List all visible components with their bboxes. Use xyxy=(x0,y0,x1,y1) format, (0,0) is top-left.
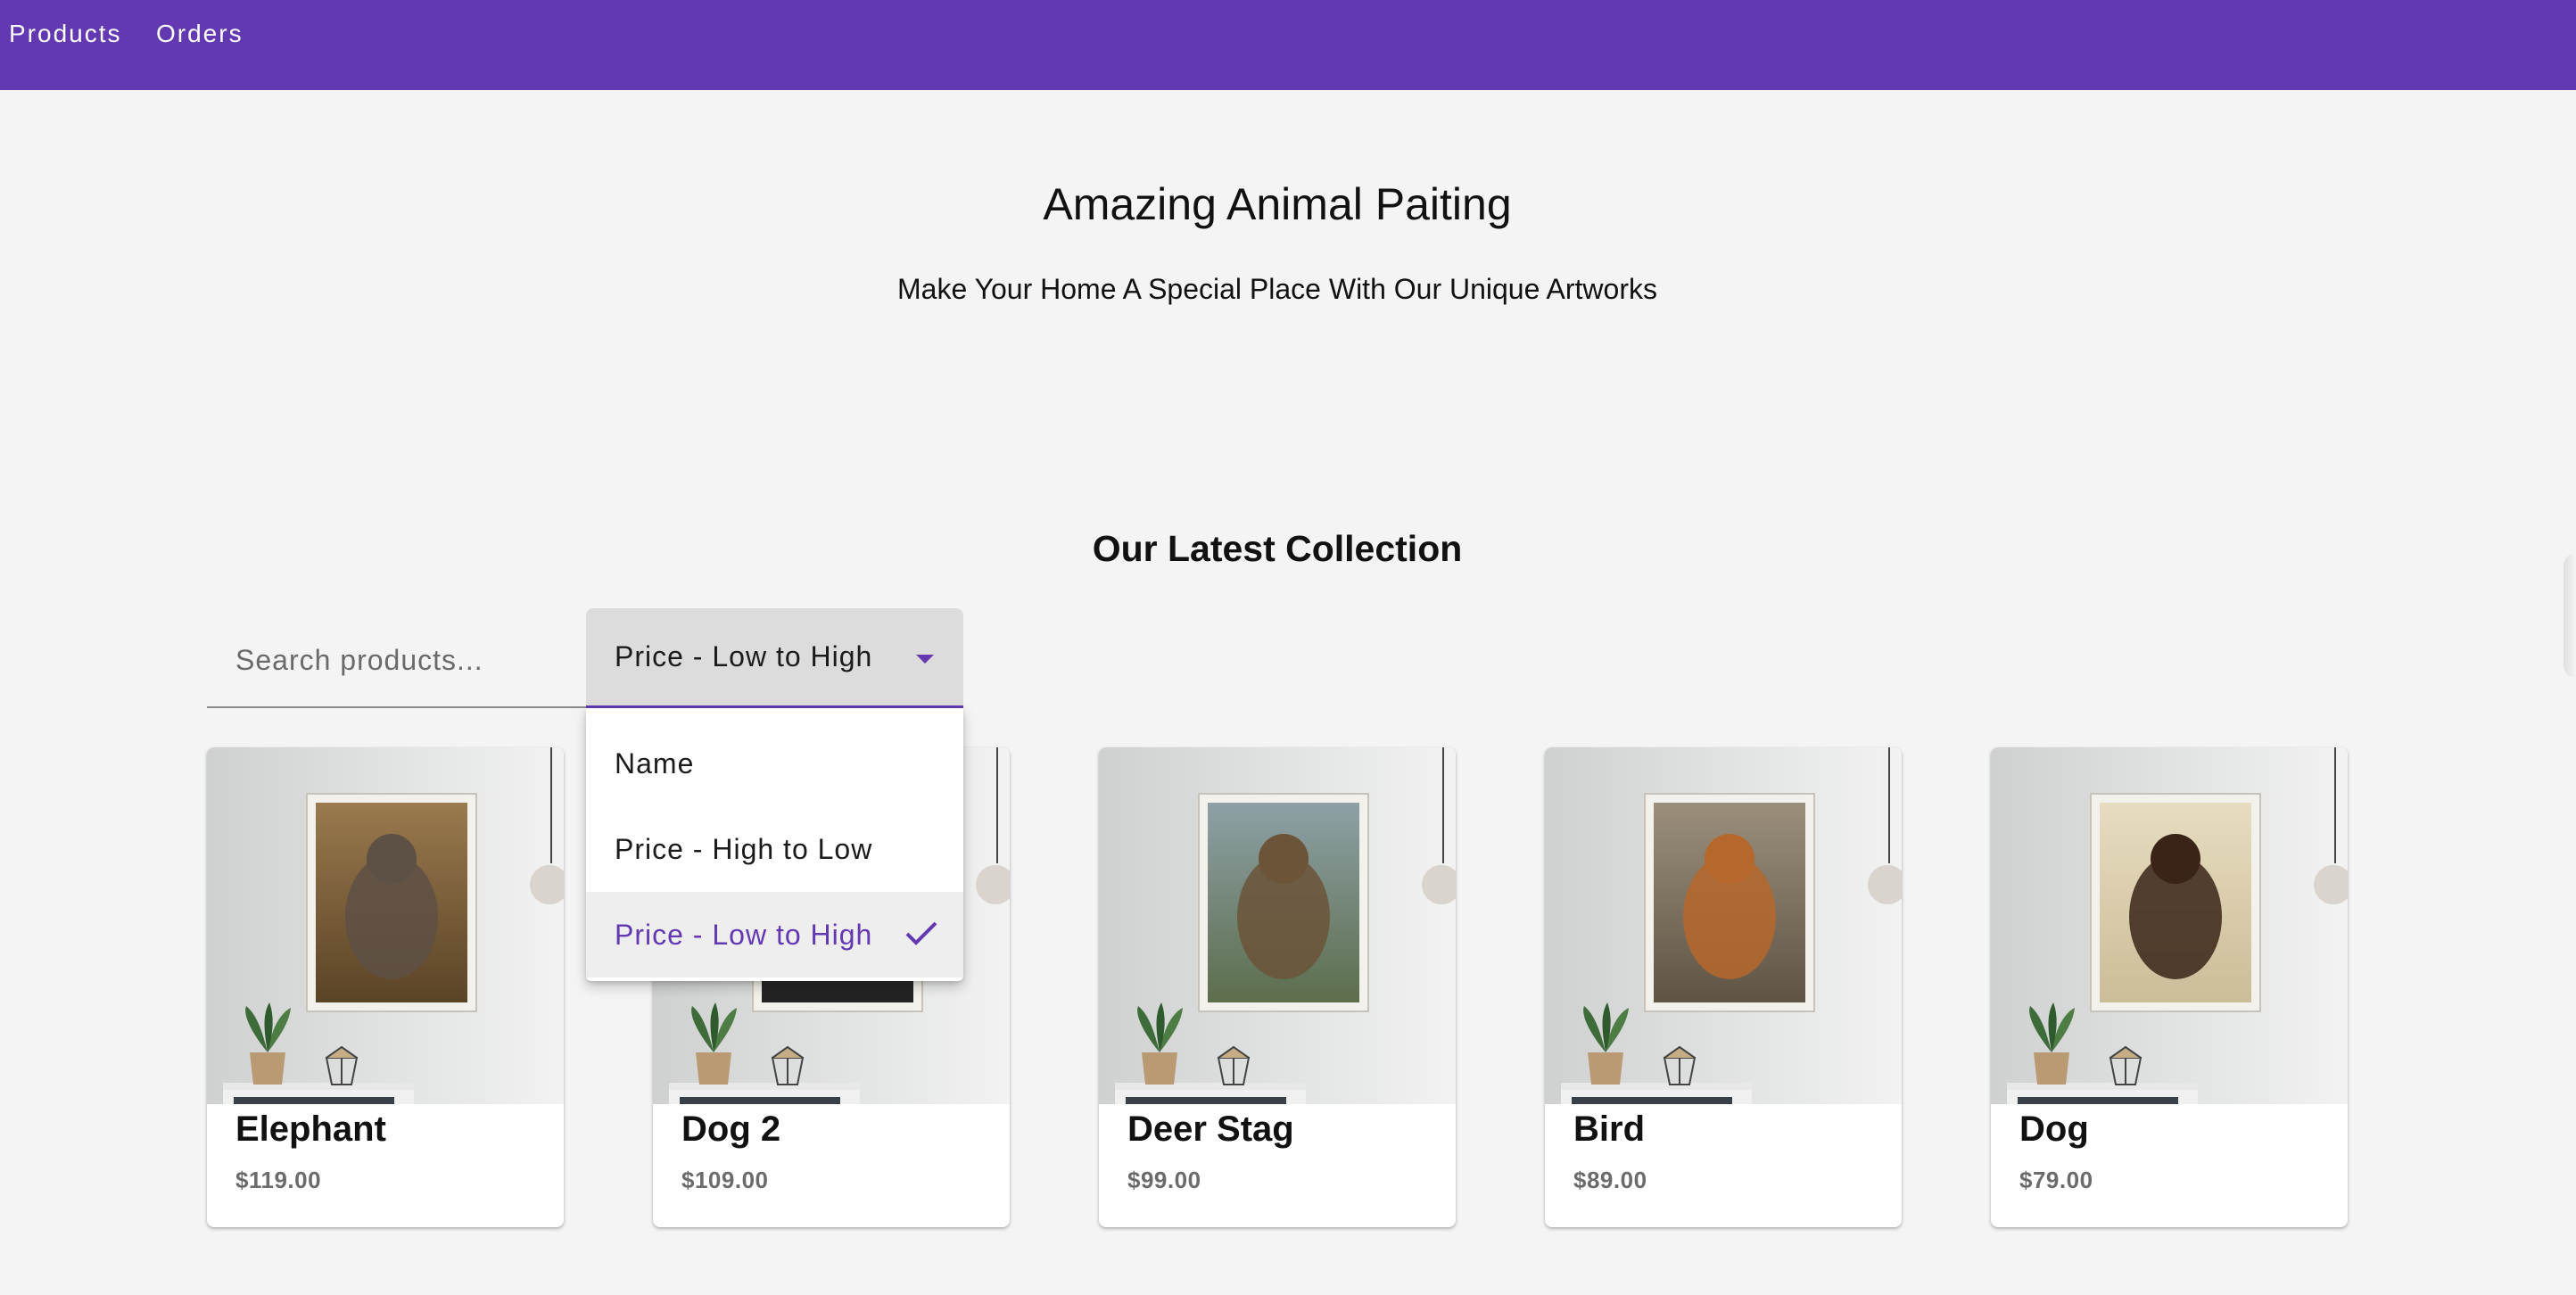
sort-option-name[interactable]: Name xyxy=(586,721,963,806)
product-card[interactable]: Deer Stag $99.00 xyxy=(1099,747,1456,1227)
sort-option-price-high-to-low[interactable]: Price - High to Low xyxy=(586,806,963,892)
product-card[interactable]: Elephant $119.00 xyxy=(207,747,564,1227)
search-input[interactable] xyxy=(207,608,586,706)
side-panel-edge xyxy=(2564,553,2576,678)
product-price: $99.00 xyxy=(1127,1167,1201,1193)
sort-select-value: Price - Low to High xyxy=(615,640,873,672)
bird-painting-icon xyxy=(1545,747,1902,1104)
collection-title: Our Latest Collection xyxy=(1092,528,1463,569)
top-app-bar: Products Orders xyxy=(0,0,2576,90)
product-name: Elephant xyxy=(235,1109,386,1149)
product-name: Deer Stag xyxy=(1127,1109,1294,1149)
check-icon xyxy=(905,921,937,945)
product-price: $79.00 xyxy=(2019,1167,2093,1193)
product-card[interactable]: Dog $79.00 xyxy=(1991,747,2348,1227)
sort-option-label: Price - High to Low xyxy=(615,833,873,865)
dachshund-painting-icon xyxy=(1991,747,2348,1104)
nav-orders-link[interactable]: Orders xyxy=(156,20,244,48)
sort-option-price-low-to-high[interactable]: Price - Low to High xyxy=(586,892,963,977)
nav-products-link[interactable]: Products xyxy=(9,20,122,48)
search-field xyxy=(207,608,586,708)
product-name: Bird xyxy=(1573,1109,1645,1149)
hero-title: Amazing Animal Paiting xyxy=(1043,179,1512,229)
product-price: $89.00 xyxy=(1573,1167,1647,1193)
sort-dropdown-menu: Name Price - High to Low Price - Low to … xyxy=(586,708,963,981)
product-price: $109.00 xyxy=(681,1167,769,1193)
product-name: Dog 2 xyxy=(681,1109,781,1149)
deer-stag-painting-icon xyxy=(1099,747,1456,1104)
hero-subtitle: Make Your Home A Special Place With Our … xyxy=(897,273,1657,305)
product-card[interactable]: Bird $89.00 xyxy=(1545,747,1902,1227)
product-price: $119.00 xyxy=(235,1167,322,1193)
sort-option-label: Price - Low to High xyxy=(615,919,873,951)
sort-select[interactable]: Price - Low to High xyxy=(586,608,963,708)
elephant-painting-icon xyxy=(207,747,564,1104)
dropdown-arrow-icon[interactable] xyxy=(916,655,934,664)
sort-option-label: Name xyxy=(615,747,695,779)
product-name: Dog xyxy=(2019,1109,2089,1149)
